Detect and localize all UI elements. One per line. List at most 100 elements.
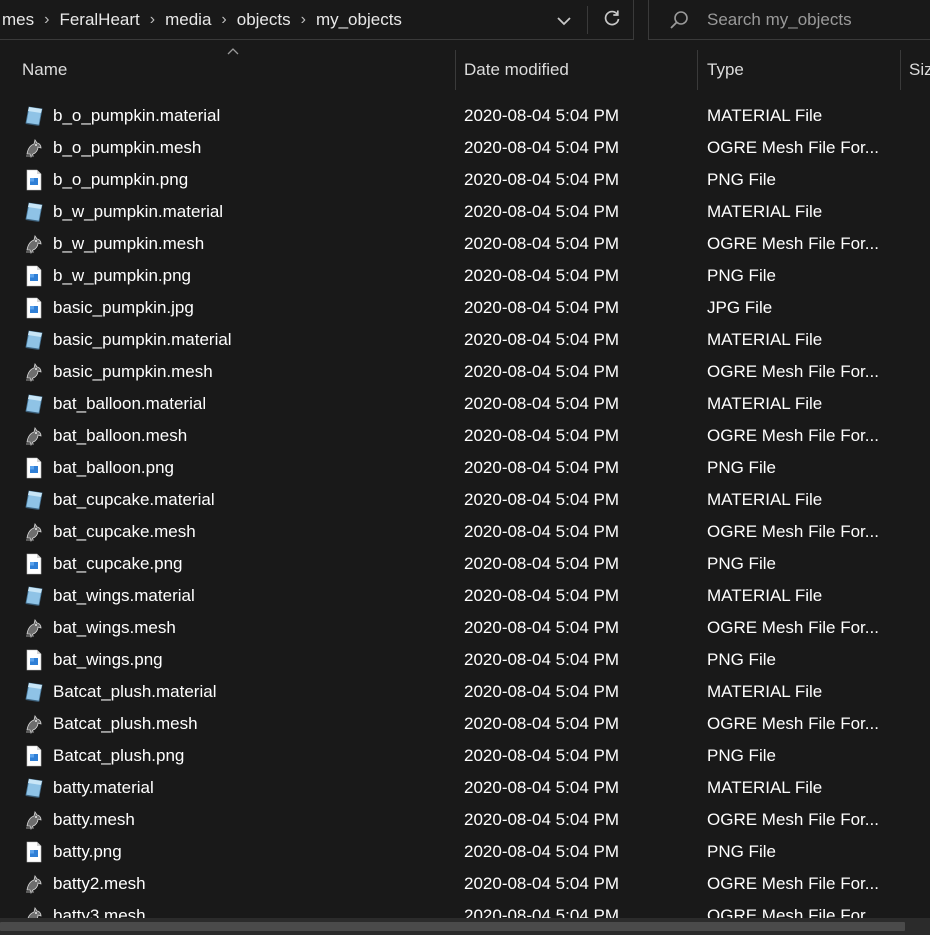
table-row[interactable]: bat_wings.png 2020-08-04 5:04 PM PNG File bbox=[0, 644, 930, 676]
file-name: bat_balloon.material bbox=[53, 394, 207, 413]
file-type: OGRE Mesh File For... bbox=[707, 714, 879, 733]
file-date: 2020-08-04 5:04 PM bbox=[464, 234, 619, 253]
file-type: OGRE Mesh File For... bbox=[707, 234, 879, 253]
file-date: 2020-08-04 5:04 PM bbox=[464, 778, 619, 797]
file-type: MATERIAL File bbox=[707, 682, 823, 701]
breadcrumb-item[interactable]: my_objects bbox=[310, 10, 408, 30]
mesh-file-icon bbox=[22, 228, 46, 260]
search-input[interactable] bbox=[707, 9, 907, 30]
file-name: batty.mesh bbox=[53, 810, 135, 829]
file-date: 2020-08-04 5:04 PM bbox=[464, 170, 619, 189]
file-type: PNG File bbox=[707, 170, 776, 189]
file-name: batty.material bbox=[53, 778, 154, 797]
breadcrumb-separator-icon[interactable]: › bbox=[146, 11, 159, 29]
file-type: MATERIAL File bbox=[707, 586, 823, 605]
mesh-file-icon bbox=[22, 516, 46, 548]
table-row[interactable]: b_o_pumpkin.material 2020-08-04 5:04 PM MA… bbox=[0, 100, 930, 132]
image-file-icon bbox=[22, 260, 46, 292]
table-row[interactable]: basic_pumpkin.mesh 2020-08-04 5:04 PM OGRE… bbox=[0, 356, 930, 388]
table-row[interactable]: b_w_pumpkin.mesh 2020-08-04 5:04 PM OGRE M… bbox=[0, 228, 930, 260]
breadcrumb: mes › FeralHeart › media › objects › my_objects bbox=[0, 0, 408, 40]
file-date: 2020-08-04 5:04 PM bbox=[464, 650, 619, 669]
breadcrumb-item[interactable]: objects bbox=[231, 10, 297, 30]
file-name: bat_wings.png bbox=[53, 650, 163, 669]
table-row[interactable]: batty3.mesh 2020-08-04 5:04 PM OGRE Mesh F… bbox=[0, 900, 930, 918]
breadcrumb-item[interactable]: FeralHeart bbox=[53, 10, 145, 30]
file-type: PNG File bbox=[707, 842, 776, 861]
table-row[interactable]: bat_wings.mesh 2020-08-04 5:04 PM OGRE Mes… bbox=[0, 612, 930, 644]
file-date: 2020-08-04 5:04 PM bbox=[464, 394, 619, 413]
address-bar[interactable]: mes › FeralHeart › media › objects › my_objects bbox=[0, 0, 634, 40]
table-row[interactable]: bat_balloon.mesh 2020-08-04 5:04 PM OGRE M… bbox=[0, 420, 930, 452]
column-header-size-label: Siz bbox=[909, 60, 930, 79]
scrollbar-thumb[interactable] bbox=[0, 922, 905, 931]
file-date: 2020-08-04 5:04 PM bbox=[464, 138, 619, 157]
file-name: Batcat_plush.mesh bbox=[53, 714, 198, 733]
column-header-name[interactable]: Name bbox=[22, 50, 442, 90]
breadcrumb-separator-icon[interactable]: › bbox=[297, 11, 310, 29]
column-header-date-label: Date modified bbox=[464, 60, 569, 79]
breadcrumb-separator-icon[interactable]: › bbox=[217, 11, 230, 29]
file-date: 2020-08-04 5:04 PM bbox=[464, 842, 619, 861]
column-header-type[interactable]: Type bbox=[707, 50, 897, 90]
refresh-icon bbox=[603, 9, 621, 32]
table-row[interactable]: Batcat_plush.mesh 2020-08-04 5:04 PM OGRE … bbox=[0, 708, 930, 740]
file-type: OGRE Mesh File For... bbox=[707, 810, 879, 829]
file-type: PNG File bbox=[707, 746, 776, 765]
mesh-file-icon bbox=[22, 356, 46, 388]
file-name: basic_pumpkin.mesh bbox=[53, 362, 213, 381]
file-date: 2020-08-04 5:04 PM bbox=[464, 490, 619, 509]
material-file-icon bbox=[22, 676, 46, 708]
table-row[interactable]: basic_pumpkin.material 2020-08-04 5:04 PM… bbox=[0, 324, 930, 356]
table-row[interactable]: b_w_pumpkin.material 2020-08-04 5:04 PM MA… bbox=[0, 196, 930, 228]
file-name: batty2.mesh bbox=[53, 874, 146, 893]
file-date: 2020-08-04 5:04 PM bbox=[464, 298, 619, 317]
table-row[interactable]: batty.mesh 2020-08-04 5:04 PM OGRE Mesh Fi… bbox=[0, 804, 930, 836]
table-row[interactable]: bat_cupcake.mesh 2020-08-04 5:04 PM OGRE M… bbox=[0, 516, 930, 548]
table-row[interactable]: batty.png 2020-08-04 5:04 PM PNG File bbox=[0, 836, 930, 868]
material-file-icon bbox=[22, 196, 46, 228]
table-row[interactable]: b_o_pumpkin.png 2020-08-04 5:04 PM PNG Fil… bbox=[0, 164, 930, 196]
column-header-size[interactable]: Siz bbox=[909, 50, 930, 90]
column-resize-handle[interactable] bbox=[900, 50, 901, 90]
column-header-date[interactable]: Date modified bbox=[464, 50, 692, 90]
table-row[interactable]: Batcat_plush.material 2020-08-04 5:04 PM M… bbox=[0, 676, 930, 708]
file-date: 2020-08-04 5:04 PM bbox=[464, 906, 619, 918]
file-date: 2020-08-04 5:04 PM bbox=[464, 682, 619, 701]
mesh-file-icon bbox=[22, 420, 46, 452]
table-row[interactable]: batty.material 2020-08-04 5:04 PM MATERIAL… bbox=[0, 772, 930, 804]
table-row[interactable]: bat_cupcake.material 2020-08-04 5:04 PM MA… bbox=[0, 484, 930, 516]
table-row[interactable]: b_w_pumpkin.png 2020-08-04 5:04 PM PNG Fil… bbox=[0, 260, 930, 292]
search-box[interactable] bbox=[648, 0, 930, 40]
column-resize-handle[interactable] bbox=[697, 50, 698, 90]
breadcrumb-item[interactable]: mes bbox=[0, 10, 40, 30]
chevron-down-icon bbox=[556, 10, 572, 31]
table-row[interactable]: bat_cupcake.png 2020-08-04 5:04 PM PNG Fil… bbox=[0, 548, 930, 580]
refresh-button[interactable] bbox=[590, 0, 634, 40]
file-name: bat_balloon.png bbox=[53, 458, 175, 477]
file-name: bat_cupcake.material bbox=[53, 490, 215, 509]
table-row[interactable]: b_o_pumpkin.mesh 2020-08-04 5:04 PM OGRE M… bbox=[0, 132, 930, 164]
file-date: 2020-08-04 5:04 PM bbox=[464, 362, 619, 381]
horizontal-scrollbar[interactable] bbox=[0, 918, 930, 935]
table-row[interactable]: bat_wings.material 2020-08-04 5:04 PM MATE… bbox=[0, 580, 930, 612]
table-row[interactable]: batty2.mesh 2020-08-04 5:04 PM OGRE Mesh F… bbox=[0, 868, 930, 900]
material-file-icon bbox=[22, 324, 46, 356]
file-name: basic_pumpkin.material bbox=[53, 330, 232, 349]
file-date: 2020-08-04 5:04 PM bbox=[464, 714, 619, 733]
file-name: b_w_pumpkin.material bbox=[53, 202, 224, 221]
column-resize-handle[interactable] bbox=[455, 50, 456, 90]
breadcrumb-item[interactable]: media bbox=[159, 10, 217, 30]
file-name: bat_cupcake.mesh bbox=[53, 522, 196, 541]
table-row[interactable]: bat_balloon.material 2020-08-04 5:04 PM MA… bbox=[0, 388, 930, 420]
address-history-button[interactable] bbox=[542, 0, 586, 40]
table-row[interactable]: Batcat_plush.png 2020-08-04 5:04 PM PNG Fi… bbox=[0, 740, 930, 772]
file-name: b_w_pumpkin.mesh bbox=[53, 234, 205, 253]
breadcrumb-separator-icon[interactable]: › bbox=[40, 11, 53, 29]
file-date: 2020-08-04 5:04 PM bbox=[464, 458, 619, 477]
mesh-file-icon bbox=[22, 804, 46, 836]
table-row[interactable]: basic_pumpkin.jpg 2020-08-04 5:04 PM JPG F… bbox=[0, 292, 930, 324]
table-row[interactable]: bat_balloon.png 2020-08-04 5:04 PM PNG Fil… bbox=[0, 452, 930, 484]
file-date: 2020-08-04 5:04 PM bbox=[464, 426, 619, 445]
file-date: 2020-08-04 5:04 PM bbox=[464, 874, 619, 893]
